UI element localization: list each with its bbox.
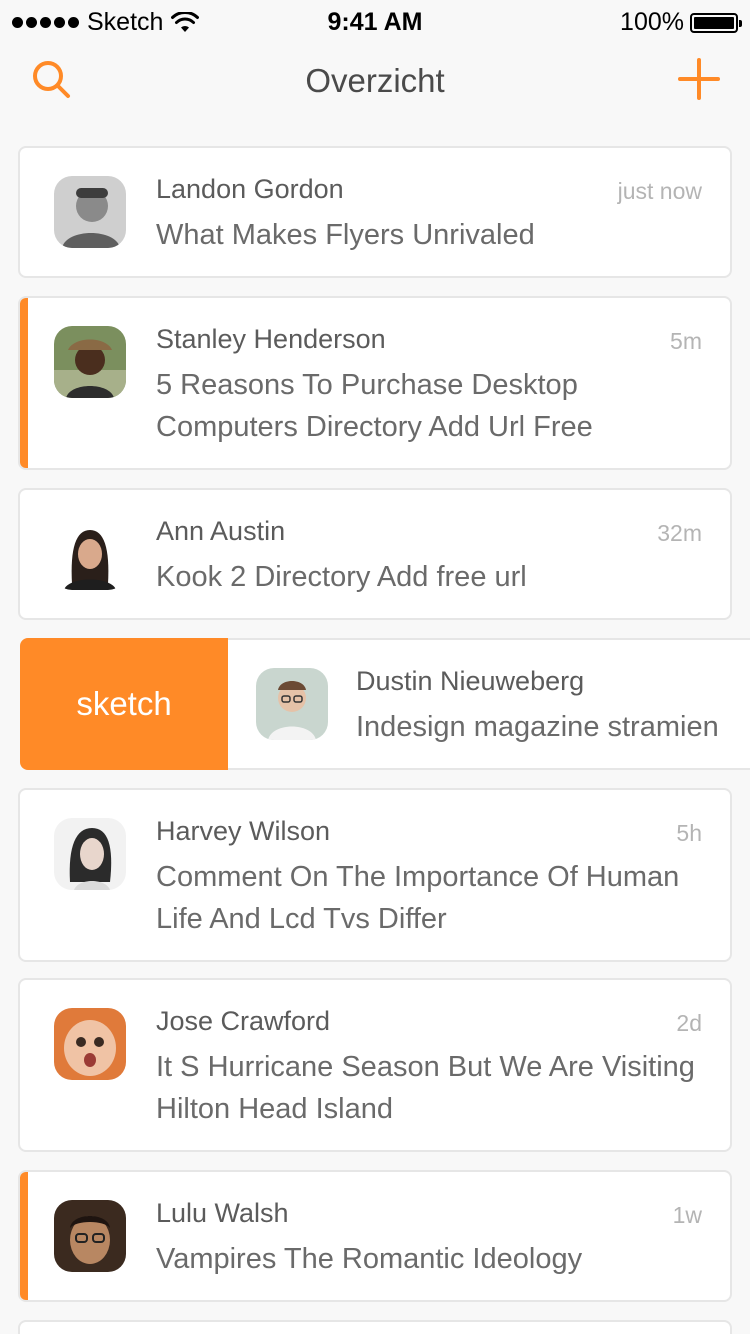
page-title: Overzicht xyxy=(305,62,445,99)
message-row[interactable]: Ann Austin 32m Kook 2 Directory Add free… xyxy=(18,488,732,620)
message-time: 1w xyxy=(672,1202,702,1228)
message-subject: Comment On The Importance Of Human Life … xyxy=(156,861,680,935)
message-time: just now xyxy=(617,178,702,204)
sender-name: Stanley Henderson xyxy=(156,324,386,354)
message-time: 32m xyxy=(657,520,702,546)
sender-name: Dustin Nieuweberg xyxy=(356,666,585,696)
sender-name: Harvey Wilson xyxy=(156,816,331,846)
swiped-message-row[interactable]: sketch Dustin Nieuweberg Indesign magazi… xyxy=(20,638,750,770)
plus-icon[interactable] xyxy=(678,58,720,100)
avatar xyxy=(54,1200,126,1272)
status-right: 100% xyxy=(620,8,742,37)
message-time: 5h xyxy=(676,820,702,846)
sender-name: Ann Austin xyxy=(156,516,286,546)
message-row[interactable]: Jose Crawford 2d It S Hurricane Season B… xyxy=(18,978,732,1152)
message-time: 2d xyxy=(676,1010,702,1036)
avatar xyxy=(54,818,126,890)
battery-icon xyxy=(690,12,742,33)
avatar xyxy=(54,1008,126,1080)
navigation-bar: Overzicht xyxy=(0,44,750,132)
message-subject: Kook 2 Directory Add free url xyxy=(156,561,527,593)
avatar xyxy=(54,176,126,248)
message-subject: 5 Reasons To Purchase Desktop Computers … xyxy=(156,369,593,443)
message-subject: It S Hurricane Season But We Are Visitin… xyxy=(156,1051,695,1125)
message-row[interactable]: Dustin Nieuweberg Indesign magazine stra… xyxy=(228,638,750,770)
inbox-screen: Sketch 9:41 AM 100% Overzicht Landon Gor… xyxy=(0,0,750,1334)
message-subject: Vampires The Romantic Ideology xyxy=(156,1243,583,1275)
message-row[interactable]: Stanley Henderson 5m 5 Reasons To Purcha… xyxy=(18,296,732,470)
status-bar: Sketch 9:41 AM 100% xyxy=(0,0,750,44)
avatar xyxy=(54,326,126,398)
sender-name: Landon Gordon xyxy=(156,174,344,204)
swipe-action-button[interactable]: sketch xyxy=(20,638,228,770)
battery-percentage: 100% xyxy=(620,8,684,36)
message-row[interactable] xyxy=(18,1320,732,1334)
avatar xyxy=(54,518,126,590)
avatar xyxy=(256,668,328,740)
message-row[interactable]: Harvey Wilson 5h Comment On The Importan… xyxy=(18,788,732,962)
message-subject: What Makes Flyers Unrivaled xyxy=(156,219,535,251)
sender-name: Jose Crawford xyxy=(156,1006,331,1036)
message-time: 5m xyxy=(670,328,702,354)
message-row[interactable]: Lulu Walsh 1w Vampires The Romantic Ideo… xyxy=(18,1170,732,1302)
message-row[interactable]: Landon Gordon just now What Makes Flyers… xyxy=(18,146,732,278)
message-subject: Indesign magazine stramien xyxy=(356,711,719,743)
sender-name: Lulu Walsh xyxy=(156,1198,289,1228)
